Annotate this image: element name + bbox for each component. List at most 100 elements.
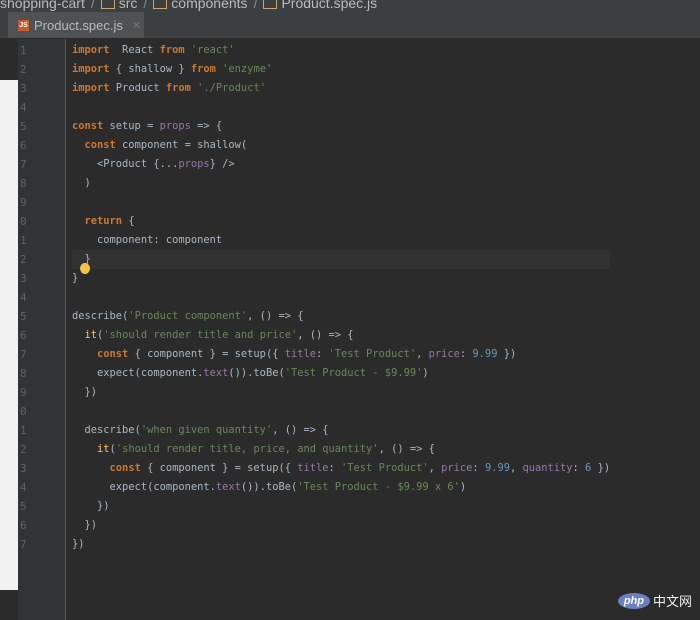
code-line: }) [72,383,610,402]
code-line: expect(component.text()).toBe('Test Prod… [72,364,610,383]
code-editor[interactable]: import React from 'react' import { shallo… [72,41,611,554]
code-token: 'Test Product - $9.99 x 6' [297,481,460,493]
code-token: }) [72,386,98,398]
code-token: import [72,44,110,56]
breadcrumb-label: components [171,0,248,11]
code-token: , () => { [297,329,354,341]
code-token: 'when given quantity' [140,424,273,436]
code-token: }) [72,519,98,531]
code-token: it [97,443,110,455]
watermark: php 中文网 [617,591,692,610]
line-number: 5 [20,310,27,323]
code-token: from [165,82,191,94]
code-token: 'Product component' [128,310,248,322]
code-line: import React from 'react' [72,41,610,60]
code-token: 9.99 [484,462,510,474]
breadcrumb-separator: / [253,0,258,11]
code-token: , () => { [272,424,329,436]
code-token: 'should render title, price, and quantit… [115,443,379,455]
code-token: setup = [103,120,160,132]
line-number: 2 [20,253,27,266]
code-line: ) [72,174,610,193]
line-number: 9 [20,386,27,399]
folder-icon [100,0,115,9]
line-number: 8 [20,177,27,190]
code-token: } [72,272,79,284]
code-token: } /> [209,158,235,170]
code-line: expect(component.text()).toBe('Test Prod… [72,478,610,497]
breadcrumb: shopping-cart / src / components / Product.spe… [0,0,700,12]
code-token: ) [72,177,91,189]
breadcrumb-item[interactable]: components [153,0,248,11]
code-token: component: component [72,234,223,246]
breadcrumb-item[interactable]: shopping-cart [0,0,85,11]
code-token: 'Test Product' [341,462,429,474]
code-token: { [122,215,135,227]
line-number: 3 [20,272,27,285]
code-token: return [84,215,123,227]
code-token: component = shallow( [115,139,248,151]
line-number: 4 [20,481,27,494]
code-token: import [72,82,110,94]
line-number: 3 [20,462,27,475]
line-number: 6 [20,139,27,152]
code-line: }) [72,497,610,516]
line-number: 7 [20,348,27,361]
code-line: describe('when given quantity', () => { [72,421,610,440]
code-token: , () => { [247,310,304,322]
code-token: ()).toBe( [228,367,285,379]
line-number: 1 [20,424,27,437]
tab-bar: JS Product.spec.js ✕ [0,12,700,39]
code-token: 9.99 [472,348,498,360]
code-line: const { component } = setup({ title: 'Te… [72,459,611,478]
line-number: 2 [20,63,27,76]
code-line: const { component } = setup({ title: 'Te… [72,345,610,364]
watermark-logo: php [617,592,650,609]
breadcrumb-separator: / [143,0,148,11]
line-number: 1 [20,234,27,247]
line-number: 4 [20,101,27,114]
breadcrumb-item[interactable]: src [100,0,137,11]
line-number: 9 [20,196,27,209]
code-token: const [72,120,104,132]
js-file-icon: JS [18,19,29,31]
line-number: 1 [20,44,27,57]
watermark-text: 中文网 [652,594,692,609]
code-token: describe( [72,310,129,322]
lightbulb-icon[interactable] [80,263,90,274]
code-line: import Product from './Product' [72,79,610,98]
code-token: , () => { [378,443,435,455]
line-number: 2 [20,443,27,456]
code-token: const [84,139,116,151]
code-token: text [215,481,241,493]
code-token: 'should render title and price' [103,329,298,341]
breadcrumb-item[interactable]: Product.spec.js [263,0,377,11]
code-token: ) [459,481,467,493]
code-token: expect(component. [72,481,216,493]
close-tab-icon[interactable]: ✕ [132,19,141,32]
code-token: ()).toBe( [240,481,298,493]
code-line: component: component [72,231,610,250]
code-token: , [428,462,442,474]
line-number: 7 [20,158,27,171]
code-line: } [72,269,610,288]
line-number: 6 [20,519,27,532]
line-number: 5 [20,500,27,513]
code-line: <Product {...props} /> [72,155,610,174]
line-number: 4 [20,291,27,304]
code-token: props [159,120,191,132]
tab-product-spec[interactable]: JS Product.spec.js ✕ [8,12,144,38]
code-token: : [316,348,329,360]
line-number: 5 [20,120,27,133]
code-token: describe( [72,424,141,436]
line-number: 0 [20,405,27,418]
code-line: it('should render title, price, and quan… [72,440,610,459]
code-token: from [190,63,216,75]
